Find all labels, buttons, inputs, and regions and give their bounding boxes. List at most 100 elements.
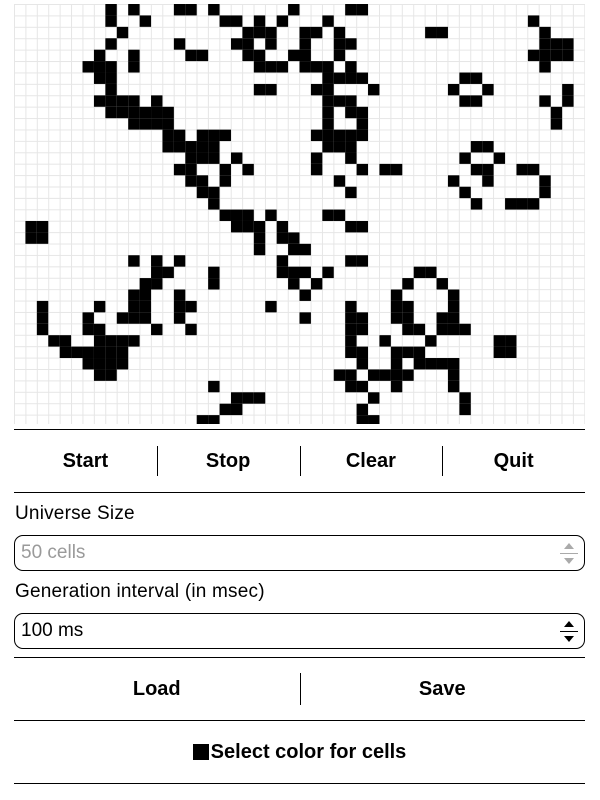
live-cell[interactable] bbox=[562, 49, 574, 62]
live-cell[interactable] bbox=[310, 129, 323, 142]
live-cell[interactable] bbox=[356, 358, 369, 370]
live-cell[interactable] bbox=[368, 369, 380, 381]
live-cell[interactable] bbox=[345, 255, 357, 267]
live-cell[interactable] bbox=[185, 49, 197, 62]
live-cell[interactable] bbox=[447, 369, 460, 381]
live-cell[interactable] bbox=[356, 312, 369, 324]
live-cell[interactable] bbox=[105, 346, 117, 359]
live-cell[interactable] bbox=[208, 4, 220, 16]
live-cell[interactable] bbox=[288, 243, 300, 256]
live-cell[interactable] bbox=[310, 83, 323, 96]
live-cell[interactable] bbox=[333, 72, 346, 84]
live-cell[interactable] bbox=[402, 369, 414, 381]
live-cell[interactable] bbox=[310, 26, 323, 39]
live-cell[interactable] bbox=[93, 300, 106, 313]
live-cell[interactable] bbox=[208, 186, 220, 199]
live-cell[interactable] bbox=[333, 129, 346, 142]
live-cell[interactable] bbox=[208, 141, 220, 153]
live-cell[interactable] bbox=[322, 209, 334, 221]
universe-size-stepper[interactable] bbox=[558, 538, 580, 568]
live-cell[interactable] bbox=[139, 278, 152, 290]
live-cell[interactable] bbox=[288, 4, 300, 16]
live-cell[interactable] bbox=[333, 369, 346, 381]
live-cell[interactable] bbox=[105, 106, 117, 119]
live-cell[interactable] bbox=[322, 72, 334, 84]
live-cell[interactable] bbox=[333, 49, 346, 62]
live-cell[interactable] bbox=[82, 323, 94, 336]
live-cell[interactable] bbox=[390, 300, 403, 313]
live-cell[interactable] bbox=[265, 209, 277, 221]
live-cell[interactable] bbox=[345, 369, 357, 381]
live-cell[interactable] bbox=[151, 266, 163, 279]
live-cell[interactable] bbox=[402, 346, 414, 359]
live-cell[interactable] bbox=[128, 300, 140, 313]
live-cell[interactable] bbox=[310, 278, 323, 290]
live-cell[interactable] bbox=[116, 335, 129, 347]
live-cell[interactable] bbox=[322, 61, 334, 73]
live-cell[interactable] bbox=[242, 392, 254, 404]
live-cell[interactable] bbox=[185, 152, 197, 164]
live-cell[interactable] bbox=[185, 175, 197, 187]
live-cell[interactable] bbox=[93, 95, 106, 107]
live-cell[interactable] bbox=[93, 358, 106, 370]
live-cell[interactable] bbox=[550, 49, 563, 62]
live-cell[interactable] bbox=[425, 266, 437, 279]
live-cell[interactable] bbox=[196, 141, 209, 153]
live-cell[interactable] bbox=[482, 141, 494, 153]
start-button[interactable]: Start bbox=[14, 438, 157, 484]
live-cell[interactable] bbox=[93, 323, 106, 336]
live-cell[interactable] bbox=[139, 312, 152, 324]
live-cell[interactable] bbox=[356, 323, 369, 336]
live-cell[interactable] bbox=[128, 95, 140, 107]
generation-interval-input[interactable] bbox=[15, 620, 558, 642]
live-cell[interactable] bbox=[276, 15, 289, 27]
live-cell[interactable] bbox=[390, 163, 403, 176]
live-cell[interactable] bbox=[116, 106, 129, 119]
increment-arrow-icon[interactable] bbox=[558, 617, 580, 631]
live-cell[interactable] bbox=[459, 72, 471, 84]
live-cell[interactable] bbox=[25, 232, 37, 244]
live-cell[interactable] bbox=[482, 83, 494, 96]
live-cell[interactable] bbox=[516, 163, 528, 176]
live-cell[interactable] bbox=[59, 346, 72, 359]
live-cell[interactable] bbox=[562, 83, 574, 96]
live-cell[interactable] bbox=[345, 380, 357, 393]
live-cell[interactable] bbox=[379, 369, 391, 381]
live-cell[interactable] bbox=[310, 61, 323, 73]
game-of-life-grid[interactable] bbox=[14, 4, 585, 424]
live-cell[interactable] bbox=[230, 15, 243, 27]
live-cell[interactable] bbox=[173, 163, 186, 176]
live-cell[interactable] bbox=[379, 335, 391, 347]
live-cell[interactable] bbox=[527, 198, 540, 210]
universe-size-input[interactable] bbox=[15, 542, 558, 564]
live-cell[interactable] bbox=[299, 243, 311, 256]
live-cell[interactable] bbox=[436, 26, 448, 39]
live-cell[interactable] bbox=[322, 266, 334, 279]
live-cell[interactable] bbox=[219, 15, 231, 27]
live-cell[interactable] bbox=[345, 323, 357, 336]
live-cell[interactable] bbox=[208, 266, 220, 279]
live-cell[interactable] bbox=[128, 118, 140, 130]
live-cell[interactable] bbox=[276, 266, 289, 279]
live-cell[interactable] bbox=[173, 141, 186, 153]
live-cell[interactable] bbox=[230, 392, 243, 404]
live-cell[interactable] bbox=[539, 26, 551, 39]
live-cell[interactable] bbox=[128, 49, 140, 62]
live-cell[interactable] bbox=[310, 152, 323, 164]
live-cell[interactable] bbox=[162, 141, 174, 153]
live-cell[interactable] bbox=[550, 118, 563, 130]
live-cell[interactable] bbox=[356, 415, 369, 424]
live-cell[interactable] bbox=[48, 335, 60, 347]
live-cell[interactable] bbox=[459, 403, 471, 416]
live-cell[interactable] bbox=[265, 83, 277, 96]
live-cell[interactable] bbox=[230, 209, 243, 221]
live-cell[interactable] bbox=[71, 346, 83, 359]
live-cell[interactable] bbox=[265, 26, 277, 39]
live-cell[interactable] bbox=[482, 163, 494, 176]
live-cell[interactable] bbox=[288, 49, 300, 62]
live-cell[interactable] bbox=[390, 312, 403, 324]
live-cell[interactable] bbox=[139, 106, 152, 119]
live-cell[interactable] bbox=[470, 198, 483, 210]
live-cell[interactable] bbox=[151, 118, 163, 130]
live-cell[interactable] bbox=[299, 61, 311, 73]
